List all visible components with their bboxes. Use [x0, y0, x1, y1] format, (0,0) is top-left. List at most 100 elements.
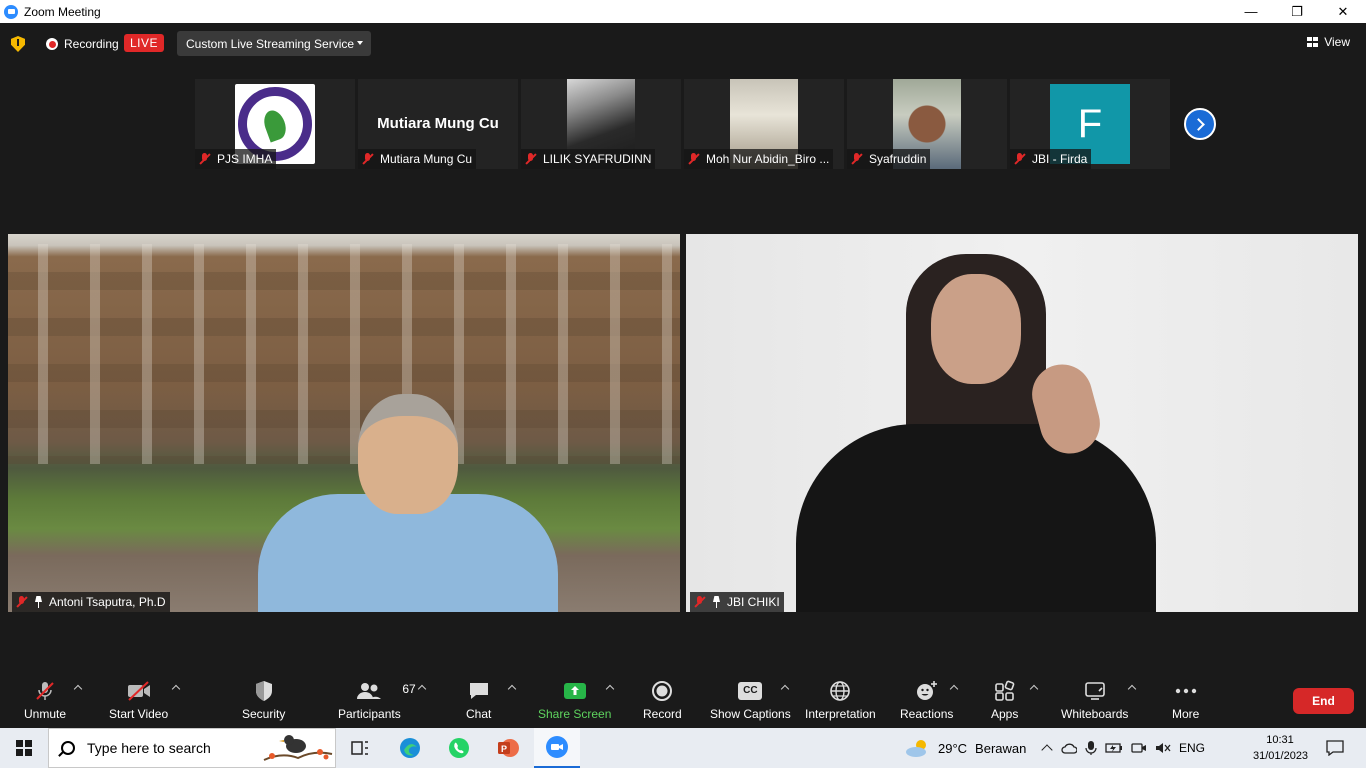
show-captions-button[interactable]: CC Show Captions [710, 680, 791, 721]
muted-mic-icon [851, 153, 863, 165]
meeting-info-shield-icon[interactable] [11, 36, 25, 52]
participants-count: 67 [402, 682, 416, 696]
share-screen-icon [563, 680, 587, 702]
reactions-button[interactable]: Reactions [900, 680, 953, 721]
task-view-button[interactable] [337, 728, 383, 768]
zoom-taskbar-icon[interactable] [534, 728, 580, 768]
participant-tile[interactable]: Syafruddin [847, 79, 1007, 169]
main-video-tile[interactable]: Antoni Tsaputra, Ph.D [8, 234, 680, 612]
notification-speech-bubble-icon [1326, 740, 1344, 756]
spotlight-pin-icon [712, 596, 721, 608]
participant-name-label: Moh Nur Abidin_Biro ... [684, 149, 834, 169]
muted-mic-icon [199, 153, 211, 165]
chevron-right-icon [1192, 117, 1205, 131]
weather-description: Berawan [975, 740, 1027, 756]
muted-mic-icon [694, 596, 706, 608]
muted-mic-icon [362, 153, 374, 165]
start-video-button[interactable]: Start Video [109, 680, 168, 721]
streaming-service-label: Custom Live Streaming Service [186, 36, 355, 51]
battery-charging-icon[interactable] [1105, 741, 1123, 755]
window-title: Zoom Meeting [24, 4, 101, 19]
clock-date: 31/01/2023 [1253, 750, 1309, 762]
participant-tile[interactable]: Mutiara Mung Cu Mutiara Mung Cu [358, 79, 518, 169]
participant-tile[interactable]: PJS IMHA [195, 79, 355, 169]
system-tray: ENG [1041, 728, 1205, 768]
participant-tile[interactable]: LILIK SYAFRUDINN [521, 79, 681, 169]
interpretation-button[interactable]: Interpretation [805, 680, 876, 721]
chat-button[interactable]: Chat [466, 680, 491, 721]
edge-browser-icon[interactable] [387, 728, 433, 768]
whiteboards-button[interactable]: Whiteboards [1061, 680, 1128, 721]
security-button[interactable]: Security [242, 680, 285, 721]
participant-tile[interactable]: Moh Nur Abidin_Biro ... [684, 79, 844, 169]
muted-microphone-icon [34, 680, 56, 702]
meeting-top-bar: Recording LIVE Custom Live Streaming Ser… [0, 23, 1366, 65]
speaker-muted-icon[interactable] [1155, 741, 1171, 755]
participant-name-label: LILIK SYAFRUDINN [521, 149, 656, 169]
recording-indicator[interactable]: Recording [46, 37, 119, 51]
whiteboard-icon [1083, 680, 1107, 702]
onedrive-cloud-icon[interactable] [1061, 741, 1077, 755]
start-button[interactable] [0, 728, 48, 768]
participant-name-label: PJS IMHA [195, 149, 277, 169]
record-icon [651, 680, 673, 702]
window-titlebar: Zoom Meeting — ❐ ✕ [0, 0, 1366, 23]
whatsapp-icon[interactable] [436, 728, 482, 768]
security-shield-icon [254, 680, 274, 702]
minimize-button[interactable]: — [1228, 0, 1274, 23]
participant-name-label: Antoni Tsaputra, Ph.D [12, 592, 170, 612]
input-language-indicator[interactable]: ENG [1179, 741, 1205, 755]
video-options-chevron-icon[interactable] [171, 684, 181, 694]
share-screen-button[interactable]: Share Screen [538, 680, 611, 721]
participant-tile[interactable]: F JBI - Firda [1010, 79, 1170, 169]
participants-icon: 67 [356, 680, 416, 702]
live-badge: LIVE [124, 34, 165, 52]
search-icon [61, 741, 75, 755]
next-page-button[interactable] [1184, 108, 1216, 140]
unmute-button[interactable]: Unmute [24, 680, 66, 721]
taskbar-clock[interactable]: 10:31 31/01/2023 [1253, 732, 1309, 764]
audio-options-chevron-icon[interactable] [73, 684, 83, 694]
speaker-video [258, 394, 558, 612]
smiley-plus-icon [915, 680, 939, 702]
show-hidden-icons-chevron-icon[interactable] [1041, 744, 1053, 756]
close-button[interactable]: ✕ [1320, 0, 1366, 23]
record-button[interactable]: Record [643, 680, 682, 721]
view-label: View [1324, 35, 1350, 49]
windows-taskbar: Type here to search P 29°C Berawan ENG 1… [0, 728, 1366, 768]
weather-widget[interactable]: 29°C Berawan [904, 728, 1026, 768]
participant-name-label: JBI CHIKI [690, 592, 784, 612]
muted-mic-icon [1014, 153, 1026, 165]
chat-bubble-icon [467, 680, 491, 702]
participant-name-label: Syafruddin [847, 149, 931, 169]
recording-icon [46, 38, 58, 50]
weather-temperature: 29°C [938, 740, 968, 756]
main-video-tile[interactable]: JBI CHIKI [686, 234, 1358, 612]
view-button[interactable]: View [1307, 35, 1350, 49]
muted-mic-icon [16, 596, 28, 608]
notifications-button[interactable] [1312, 728, 1358, 768]
participants-button[interactable]: 67 Participants [338, 680, 416, 721]
camera-in-use-icon[interactable] [1131, 741, 1147, 755]
meeting-toolbar: Unmute Start Video Security 67 Participa… [0, 672, 1366, 728]
participants-options-chevron-icon[interactable] [417, 684, 427, 694]
restore-button[interactable]: ❐ [1274, 0, 1320, 23]
microphone-icon[interactable] [1085, 740, 1097, 756]
chat-options-chevron-icon[interactable] [507, 684, 517, 694]
streaming-service-dropdown[interactable]: Custom Live Streaming Service [177, 31, 371, 56]
end-meeting-button[interactable]: End [1293, 688, 1354, 714]
muted-mic-icon [525, 153, 537, 165]
apps-options-chevron-icon[interactable] [1029, 684, 1039, 694]
spotlight-pin-icon [34, 596, 43, 608]
partly-cloudy-icon [906, 740, 926, 757]
more-dots-icon [1174, 680, 1198, 702]
search-highlight-bird-icon [263, 735, 333, 761]
powerpoint-icon[interactable]: P [485, 728, 531, 768]
whiteboards-options-chevron-icon[interactable] [1127, 684, 1137, 694]
globe-icon [829, 680, 851, 702]
participant-name-label: JBI - Firda [1010, 149, 1092, 169]
apps-button[interactable]: Apps [991, 680, 1018, 721]
more-button[interactable]: More [1172, 680, 1199, 721]
interpreter-video [796, 254, 1176, 612]
muted-mic-icon [688, 153, 700, 165]
